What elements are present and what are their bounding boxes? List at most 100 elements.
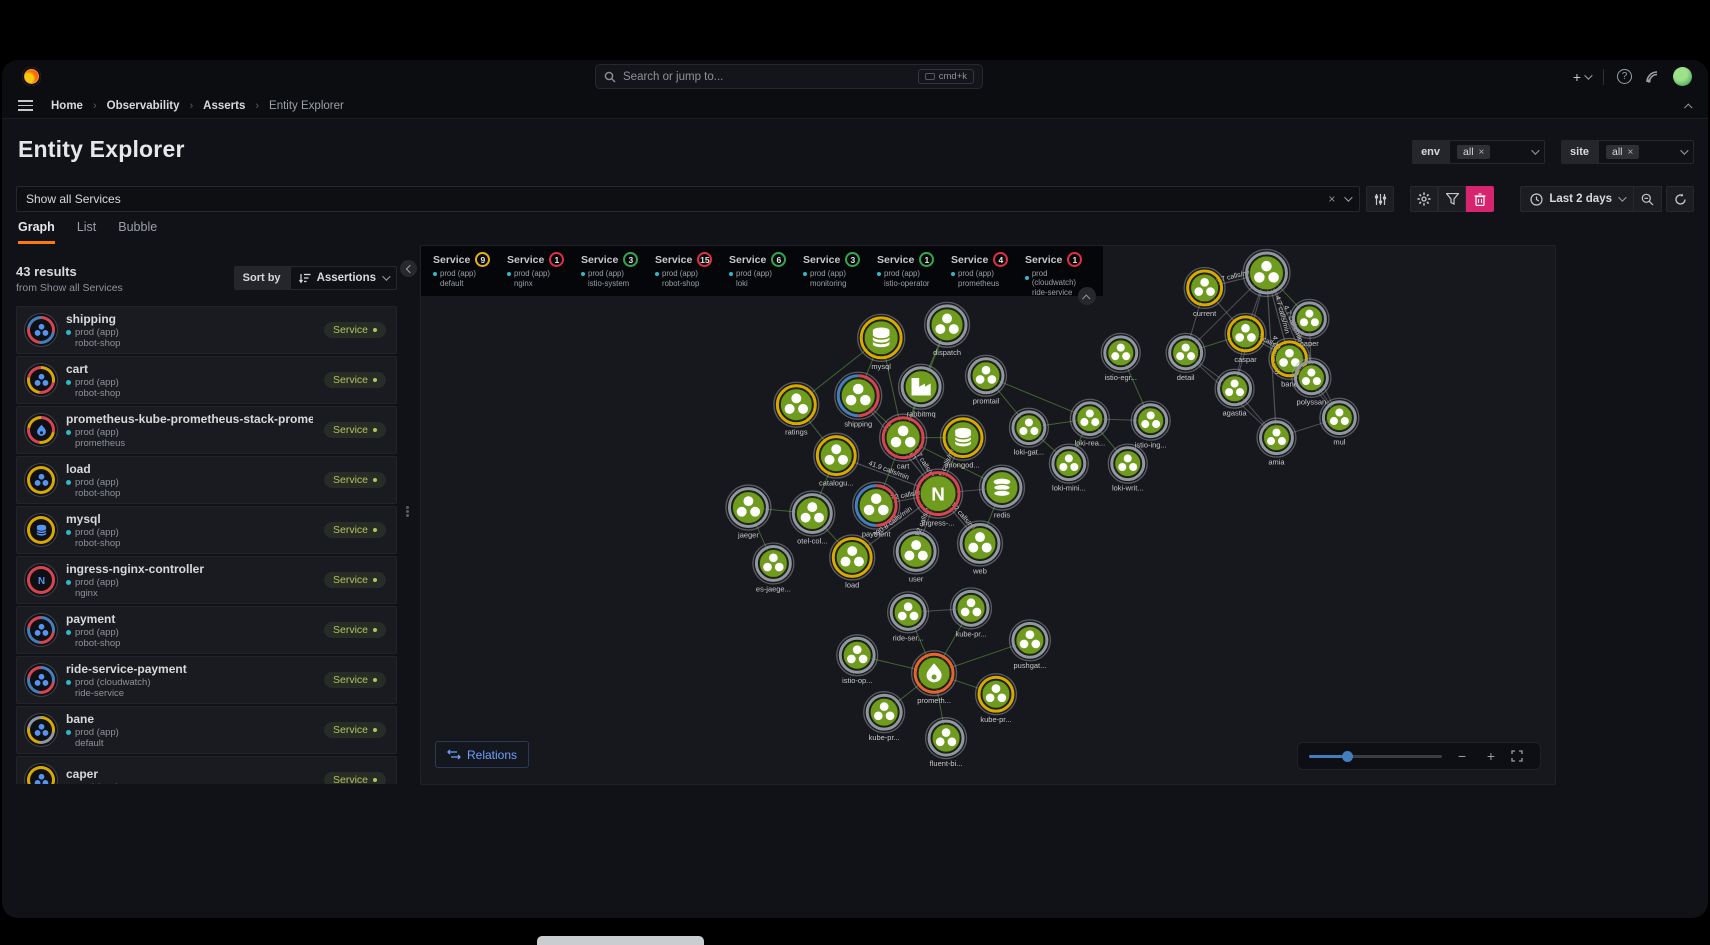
graph-node-esjaeger[interactable]: es-jaege...	[752, 542, 795, 593]
service-list-item[interactable]: cart prod (app) robot-shop Service	[16, 356, 397, 404]
graph-node-kubepr3[interactable]: kube-pr...	[863, 691, 906, 742]
service-list-item[interactable]: prometheus-kube-prometheus-stack-prometh…	[16, 406, 397, 454]
collapse-up-icon[interactable]	[1684, 97, 1693, 115]
breadcrumb-observability[interactable]: Observability	[107, 100, 180, 112]
service-list[interactable]: shipping prod (app) robot-shop Service cart p…	[16, 306, 397, 784]
graph-node-label: detail	[1177, 373, 1195, 382]
zoom-in-button[interactable]: +	[1482, 748, 1500, 764]
graph-node-jaeger[interactable]: jaeger	[725, 484, 772, 539]
graph-node-kubepr1[interactable]: kube-pr...	[949, 587, 993, 638]
service-list-item[interactable]: payment prod (app) robot-shop Service	[16, 606, 397, 654]
clear-icon[interactable]: ×	[1328, 192, 1335, 206]
fullscreen-button[interactable]	[1511, 750, 1529, 762]
service-group-chip[interactable]: Service 6 prod (app) loki	[725, 250, 799, 294]
advanced-filters-button[interactable]	[1366, 186, 1395, 212]
entity-search-select[interactable]: Show all Services ×	[16, 186, 1361, 212]
service-group-chip[interactable]: Service 4 prod (app) prometheus	[947, 250, 1021, 294]
graph-node-prometh[interactable]: prometh...	[910, 650, 958, 705]
pane-resize-handle[interactable]	[406, 506, 409, 517]
graph-node-ingress[interactable]: Ningress-...	[912, 468, 964, 528]
zoom-out-button[interactable]: −	[1453, 748, 1471, 764]
graph-node-redis[interactable]: redis	[978, 464, 1026, 520]
screen-edge-artifact	[537, 936, 704, 945]
tab-list[interactable]: List	[77, 220, 96, 244]
service-group-chip[interactable]: Service 15 prod (app) robot-shop	[651, 250, 725, 294]
service-list-item[interactable]: mysql prod (app) robot-shop Service	[16, 506, 397, 554]
graph-node-catalog[interactable]: catalogu...	[813, 432, 860, 488]
tab-bubble[interactable]: Bubble	[118, 220, 157, 244]
graph-node-detail[interactable]: detail	[1165, 332, 1206, 382]
graph-node-lokirea[interactable]: loki-rea...	[1069, 398, 1110, 448]
grafana-logo-icon[interactable]	[22, 67, 41, 86]
breadcrumb-asserts[interactable]: Asserts	[203, 100, 245, 112]
service-list-item[interactable]: ride-service-payment prod (cloudwatch) rid…	[16, 656, 397, 704]
service-list-item[interactable]: load prod (app) robot-shop Service	[16, 456, 397, 504]
settings-button[interactable]	[1410, 186, 1439, 212]
remove-env-tag-icon[interactable]: ×	[1479, 147, 1485, 158]
graph-node-lokiwri[interactable]: loki-writ...	[1107, 443, 1148, 493]
news-signal-icon[interactable]	[1645, 70, 1660, 84]
results-header: 43 results from Show all Services Sort b…	[16, 264, 397, 294]
breadcrumb-home[interactable]: Home	[51, 100, 83, 112]
filter-button[interactable]	[1438, 186, 1467, 212]
graph-node-web[interactable]: web	[956, 520, 1004, 575]
graph-node-fluentbi[interactable]: fluent-bi...	[924, 717, 968, 768]
help-icon[interactable]: ?	[1617, 69, 1632, 84]
graph-node-dispatch[interactable]: dispatch	[923, 301, 971, 357]
service-list-item[interactable]: bane prod (app) default Service	[16, 706, 397, 754]
service-group-chip[interactable]: Service 1 prod (app) nginx	[503, 250, 577, 294]
graph-node-promtail[interactable]: promtail	[964, 354, 1008, 406]
graph-node-label: ingress-...	[922, 519, 955, 528]
graph-node-user[interactable]: user	[893, 528, 940, 583]
graph-node-istioop[interactable]: istio-op...	[836, 634, 879, 685]
graph-node-otel[interactable]: otel-col...	[789, 490, 836, 545]
relations-button[interactable]: Relations	[435, 741, 530, 768]
refresh-button[interactable]	[1666, 186, 1694, 212]
graph-node-lokigat[interactable]: loki-gat...	[1008, 407, 1050, 457]
search-icon	[604, 71, 616, 82]
graph-node-mongod[interactable]: mongod...	[939, 414, 987, 470]
legend-collapse-button[interactable]	[1078, 287, 1096, 305]
global-search-input[interactable]: Search or jump to... cmd+k	[595, 64, 983, 89]
entity-status-ring-icon	[27, 766, 55, 784]
zoom-slider-knob[interactable]	[1342, 750, 1354, 762]
graph-node-istioing[interactable]: istio-ing...	[1130, 400, 1171, 450]
site-select[interactable]: all ×	[1598, 140, 1694, 164]
graph-node-rabbitmq[interactable]: rabbitmq	[898, 363, 945, 419]
zoom-slider[interactable]	[1309, 750, 1442, 762]
delete-filters-button[interactable]	[1466, 186, 1495, 212]
tab-graph[interactable]: Graph	[18, 220, 55, 244]
graph-node-payment[interactable]: payment	[852, 481, 901, 538]
sort-select[interactable]: Assertions	[289, 266, 397, 290]
user-avatar[interactable]	[1673, 67, 1692, 86]
env-select[interactable]: all ×	[1449, 140, 1546, 164]
service-group-chip[interactable]: Service 1 prod (app) istio-operator	[873, 250, 947, 294]
graph-node-agastia[interactable]: agastia	[1214, 368, 1255, 418]
time-range-picker[interactable]: Last 2 days	[1520, 186, 1634, 212]
new-button[interactable]: +	[1573, 69, 1593, 85]
service-name: load	[66, 461, 91, 476]
remove-site-tag-icon[interactable]: ×	[1628, 147, 1634, 158]
graph-node-load[interactable]: load	[829, 534, 876, 589]
graph-node-shipping[interactable]: shipping	[834, 371, 883, 429]
service-list-item[interactable]: Ningress-nginx-controller prod (app) nginx…	[16, 556, 397, 604]
graph-node-kubepr2[interactable]: kube-pr...	[974, 673, 1018, 724]
graph-node-mysql[interactable]: mysql	[857, 313, 906, 371]
service-group-chip[interactable]: Service 3 prod (app) monitoring	[799, 250, 873, 294]
service-group-chip[interactable]: Service 3 prod (app) istio-system	[577, 250, 651, 294]
graph-node-rideser[interactable]: ride-ser...	[887, 591, 930, 642]
zoom-out-time-button[interactable]	[1634, 186, 1662, 212]
collapse-panel-button[interactable]	[400, 260, 417, 277]
graph-node-ratings[interactable]: ratings	[773, 381, 820, 437]
graph-node-hub[interactable]	[1242, 248, 1291, 298]
menu-icon[interactable]	[18, 100, 33, 111]
graph-node-label: mongod...	[946, 461, 979, 470]
topology-graph[interactable]: 41.9 calls/min84.7 calls/min64.7 calls/m…	[421, 246, 1555, 785]
graph-node-istioegr[interactable]: istio-egr...	[1100, 332, 1141, 382]
graph-node-current[interactable]: current	[1183, 266, 1226, 318]
service-list-item[interactable]: shipping prod (app) robot-shop Service	[16, 306, 397, 354]
service-count-badge: 9	[475, 252, 491, 267]
service-count-badge: 1	[1067, 252, 1083, 267]
service-list-item[interactable]: caperprod (app) Service	[16, 756, 397, 784]
service-group-chip[interactable]: Service 9 prod (app) default	[429, 250, 503, 294]
